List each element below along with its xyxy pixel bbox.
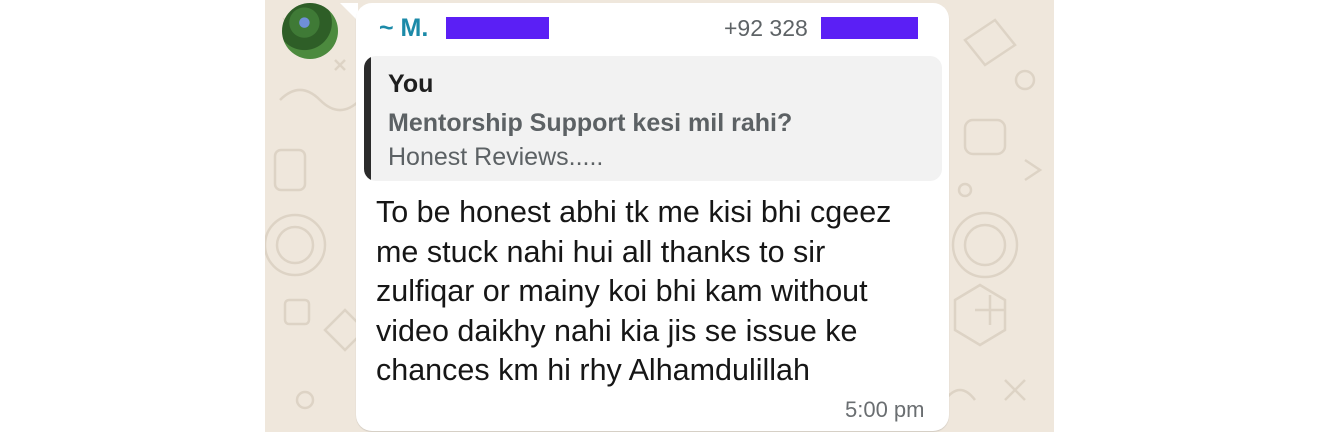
message-line: zulfiqar or mainy koi bhi kam without — [376, 274, 868, 308]
quote-text-line-2: Honest Reviews..... — [388, 143, 604, 171]
contact-avatar[interactable] — [282, 3, 338, 59]
quote-accent-bar — [364, 56, 371, 181]
quote-text-line-1: Mentorship Support kesi mil rahi? — [388, 109, 793, 137]
message-line: chances km hi rhy Alhamdulillah — [376, 353, 810, 387]
quoted-message[interactable]: You Mentorship Support kesi mil rahi? Ho… — [364, 56, 942, 181]
sender-phone[interactable]: +92 328 — [724, 15, 808, 42]
message-line: To be honest abhi tk me kisi bhi cgeez — [376, 195, 892, 229]
message-line: me stuck nahi hui all thanks to sir — [376, 234, 826, 269]
sender-name[interactable]: ~ M. — [379, 14, 428, 43]
redaction-block-phone — [821, 17, 918, 39]
message-timestamp: 5:00 pm — [845, 397, 925, 422]
quote-author: You — [388, 70, 434, 98]
message-body: To be honest abhi tk me kisi bhi cgeez m… — [376, 193, 936, 391]
message-line: video daikhy nahi kia jis se issue ke — [376, 313, 858, 348]
redaction-block-name — [446, 17, 549, 39]
